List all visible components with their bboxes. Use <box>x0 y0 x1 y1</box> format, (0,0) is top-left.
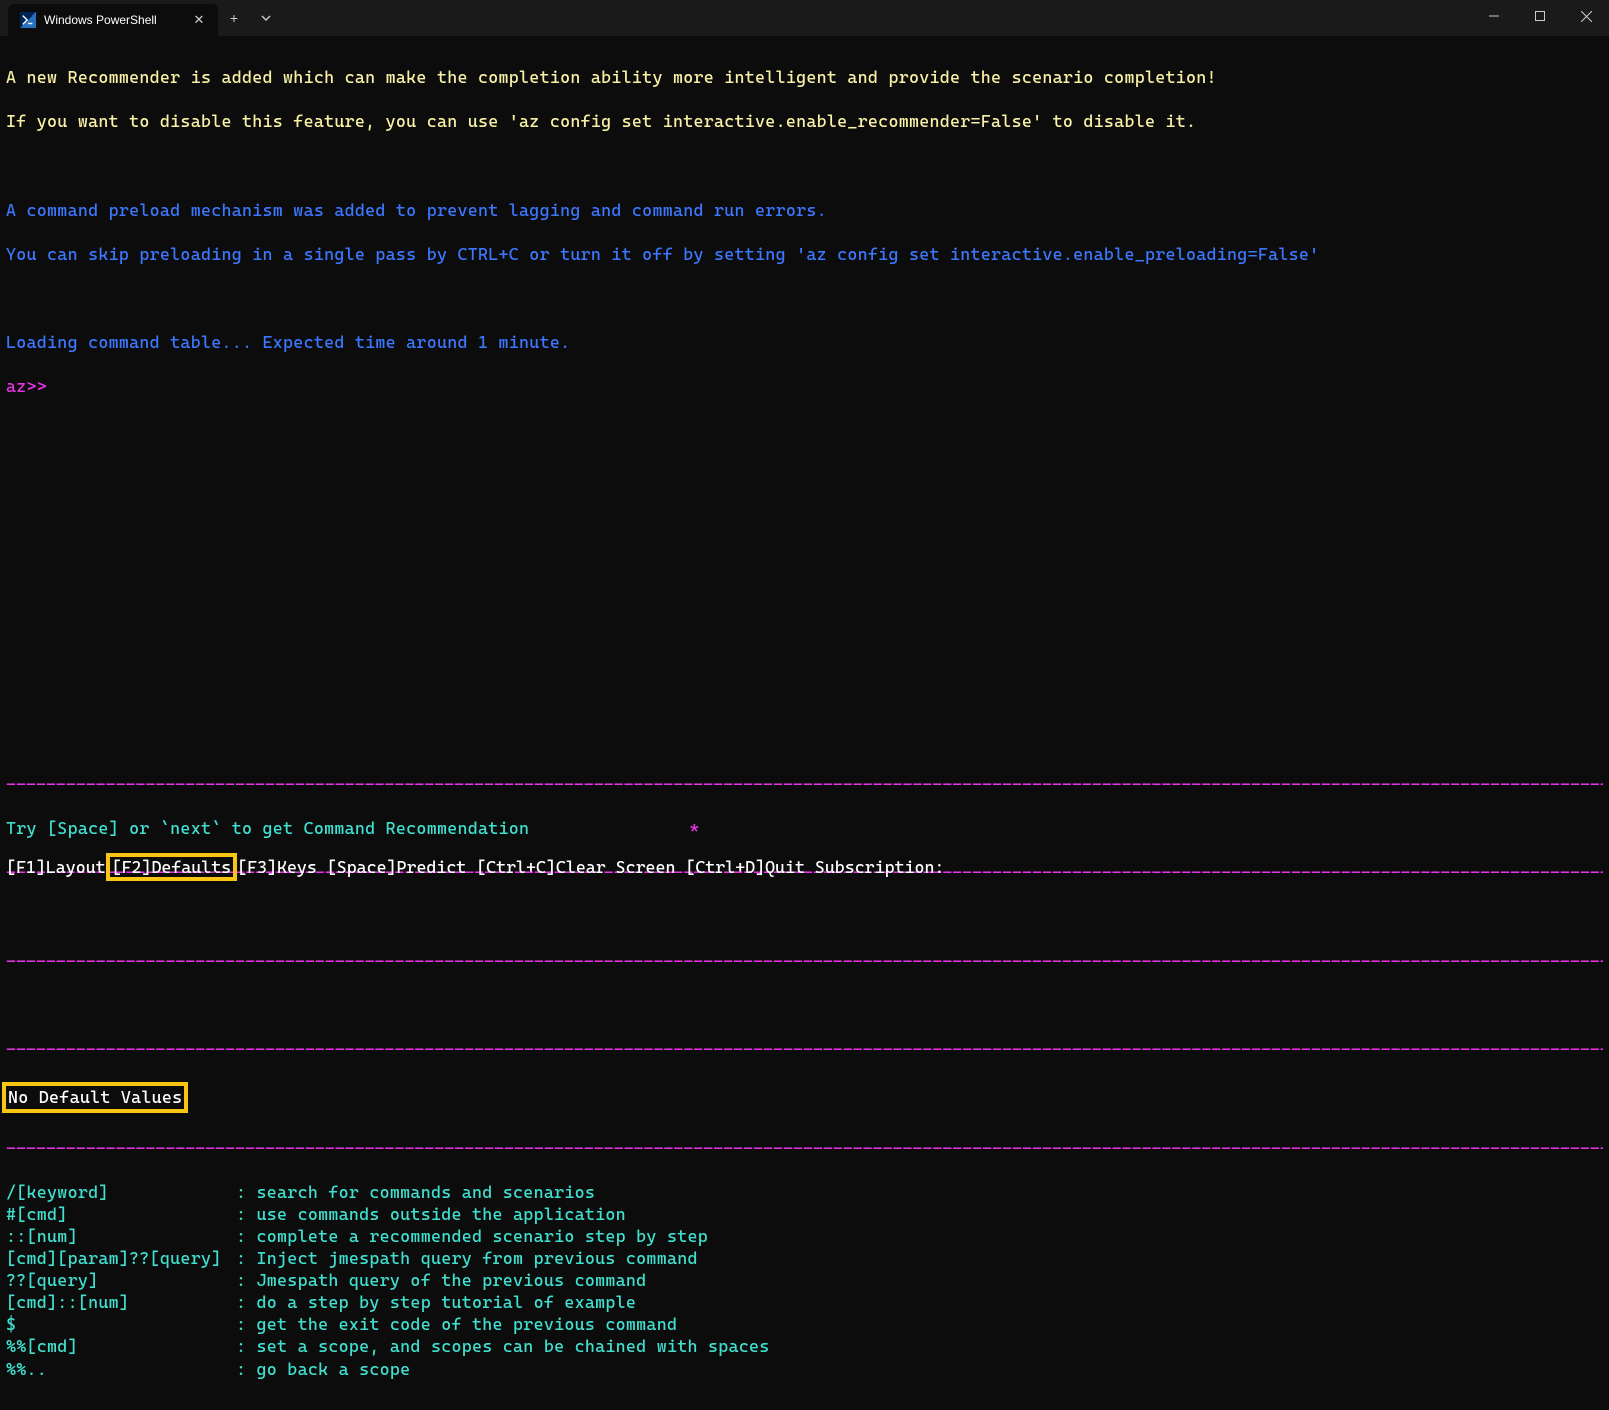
help-desc: : complete a recommended scenario step b… <box>236 1225 708 1247</box>
footer-f2-highlight: [F2]Defaults <box>106 853 238 881</box>
prompt: az>> <box>6 375 1603 397</box>
help-desc: : Inject jmespath query from previous co… <box>236 1247 698 1269</box>
help-desc: : do a step by step tutorial of example <box>236 1291 636 1313</box>
help-row: #[cmd]: use commands outside the applica… <box>6 1203 1603 1225</box>
help-desc: : Jmespath query of the previous command <box>236 1269 646 1291</box>
help-desc: : go back a scope <box>236 1358 410 1380</box>
titlebar: Windows PowerShell ✕ + <box>0 0 1609 36</box>
footer-f1: [F1]Layout <box>6 857 106 877</box>
help-key: [cmd]::[num] <box>6 1291 236 1313</box>
tab-powershell[interactable]: Windows PowerShell ✕ <box>8 4 218 36</box>
help-key: $ <box>6 1313 236 1335</box>
recommender-msg-2: If you want to disable this feature, you… <box>6 110 1603 132</box>
preload-msg-1: A command preload mechanism was added to… <box>6 199 1603 221</box>
help-key: [cmd][param]??[query] <box>6 1247 236 1269</box>
recommend-hint-row: Try [Space] or `next` to get Command Rec… <box>6 817 1603 839</box>
close-window-button[interactable] <box>1563 0 1609 32</box>
tabs-area: Windows PowerShell ✕ + <box>0 0 282 36</box>
tab-title: Windows PowerShell <box>44 13 182 27</box>
help-row: [cmd][param]??[query]: Inject jmespath q… <box>6 1247 1603 1269</box>
close-tab-icon[interactable]: ✕ <box>190 11 208 29</box>
help-key: ::[num] <box>6 1225 236 1247</box>
window-controls <box>1471 0 1609 36</box>
recommender-msg-1: A new Recommender is added which can mak… <box>6 66 1603 88</box>
help-row: %%[cmd]: set a scope, and scopes can be … <box>6 1335 1603 1357</box>
help-desc: : use commands outside the application <box>236 1203 626 1225</box>
new-tab-button[interactable]: + <box>218 2 250 34</box>
help-row: ::[num]: complete a recommended scenario… <box>6 1225 1603 1247</box>
footer-bar: [F1]Layout [F2]Defaults [F3]Keys [Space]… <box>6 853 944 881</box>
recommend-hint: Try [Space] or `next` to get Command Rec… <box>6 817 529 839</box>
help-key: ??[query] <box>6 1269 236 1291</box>
help-key: %%.. <box>6 1358 236 1380</box>
loading-msg: Loading command table... Expected time a… <box>6 331 1603 353</box>
help-key: #[cmd] <box>6 1203 236 1225</box>
help-desc: : set a scope, and scopes can be chained… <box>236 1335 770 1357</box>
help-row: ??[query]: Jmespath query of the previou… <box>6 1269 1603 1291</box>
recommend-star: * <box>689 817 699 839</box>
powershell-icon <box>20 12 36 28</box>
divider: ----------------------------------------… <box>6 773 1603 795</box>
help-key: %%[cmd] <box>6 1335 236 1357</box>
help-desc: : search for commands and scenarios <box>236 1181 595 1203</box>
help-row: %%..: go back a scope <box>6 1358 1603 1380</box>
maximize-button[interactable] <box>1517 0 1563 32</box>
help-section: /[keyword]: search for commands and scen… <box>6 1181 1603 1380</box>
help-row: [cmd]::[num]: do a step by step tutorial… <box>6 1291 1603 1313</box>
divider: ----------------------------------------… <box>6 1137 1603 1159</box>
minimize-button[interactable] <box>1471 0 1517 32</box>
no-default-values-badge: No Default Values <box>2 1082 188 1112</box>
divider: ----------------------------------------… <box>6 1038 1603 1060</box>
preload-msg-2: You can skip preloading in a single pass… <box>6 243 1603 265</box>
divider: ----------------------------------------… <box>6 950 1603 972</box>
help-key: /[keyword] <box>6 1181 236 1203</box>
footer-rest: [F3]Keys [Space]Predict [Ctrl+C]Clear Sc… <box>237 857 944 877</box>
terminal-content[interactable]: A new Recommender is added which can mak… <box>0 36 1609 1410</box>
tab-dropdown-button[interactable] <box>250 2 282 34</box>
help-desc: : get the exit code of the previous comm… <box>236 1313 677 1335</box>
help-row: /[keyword]: search for commands and scen… <box>6 1181 1603 1203</box>
help-row: $: get the exit code of the previous com… <box>6 1313 1603 1335</box>
